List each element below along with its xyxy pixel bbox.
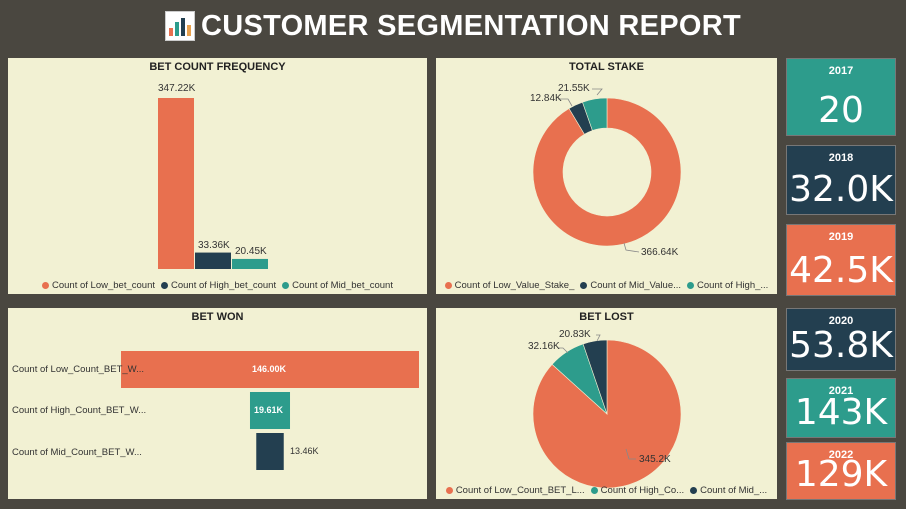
legend-swatch: [161, 282, 168, 289]
chart-legend: Count of Low_bet_count Count of High_bet…: [8, 280, 427, 291]
data-label-low: 347.22K: [158, 83, 196, 94]
kpi-card-2019[interactable]: 2019 42.5K: [786, 224, 896, 296]
report-header: CUSTOMER SEGMENTATION REPORT: [0, 0, 906, 52]
category-label: Count of Low_Count_BET_W...: [12, 364, 145, 375]
data-label-low: 146.00K: [252, 364, 287, 374]
bet-count-frequency-chart: [158, 98, 268, 269]
bet-lost-panel[interactable]: BET LOST 345.2K 32.16K 20.83K Count of L…: [436, 308, 777, 499]
card-value: 42.5K: [789, 250, 893, 291]
legend-item[interactable]: Count of High_...: [687, 280, 768, 291]
legend-label: Count of High_bet_count: [171, 280, 277, 291]
data-label-low: 366.64K: [641, 247, 679, 258]
page-title: CUSTOMER SEGMENTATION REPORT: [200, 9, 742, 42]
legend-item[interactable]: Count of High_Co...: [590, 485, 685, 496]
legend-item[interactable]: Count of Mid_Value...: [580, 280, 681, 291]
card-year: 2017: [828, 65, 854, 77]
card-year: 2018: [828, 152, 854, 164]
data-label-high: 32.16K: [528, 341, 560, 352]
legend-swatch: [42, 282, 49, 289]
legend-swatch: [282, 282, 290, 289]
legend-label: Count of Mid_...: [700, 485, 768, 496]
kpi-card-2020[interactable]: 2020 53.8K: [786, 308, 896, 371]
kpi-card-2017[interactable]: 2017 20: [786, 58, 896, 136]
card-value: 143K: [794, 392, 888, 433]
data-label-high: 19.61K: [254, 405, 284, 415]
data-label-high: 21.55K: [558, 83, 590, 94]
card-value: 53.8K: [789, 325, 893, 366]
data-label-mid: 20.83K: [559, 329, 591, 340]
card-year: 2019: [828, 231, 854, 243]
data-label-high: 33.36K: [198, 240, 230, 251]
bar-chart-icon: [164, 11, 195, 41]
legend-swatch: [580, 282, 588, 289]
total-stake-chart: [532, 88, 682, 253]
legend-item[interactable]: Count of High_bet_count: [161, 280, 276, 291]
bet-lost-chart: [532, 334, 682, 489]
legend-label: Count of Low_bet_count: [52, 280, 155, 291]
bar-2[interactable]: [232, 258, 268, 269]
card-value: 32.0K: [789, 169, 893, 210]
legend-item[interactable]: Count of Low_Count_BET_L...: [445, 485, 585, 496]
kpi-card-2021[interactable]: 2021 143K: [786, 378, 896, 438]
data-label-mid: 12.84K: [530, 93, 562, 104]
legend-item[interactable]: Count of Low_bet_count: [42, 280, 155, 291]
legend-item[interactable]: Count of Mid_...: [690, 485, 767, 496]
legend-label: Count of Low_Count_BET_L...: [455, 485, 585, 496]
legend-item[interactable]: Count of Low_Value_Stake_: [444, 280, 575, 291]
legend-label: Count of High_...: [697, 280, 769, 291]
bet-won-panel[interactable]: BET WON Count of Low_Count_BET_W... Coun…: [8, 308, 427, 499]
legend-label: Count of Mid_bet_count: [292, 280, 393, 291]
bar-2[interactable]: [256, 433, 284, 470]
bet-won-chart: [121, 351, 419, 470]
bar-0[interactable]: [158, 98, 194, 269]
kpi-card-2018[interactable]: 2018 32.0K: [786, 145, 896, 215]
bet-count-frequency-panel[interactable]: BET COUNT FREQUENCY 347.22K 33.36K 20.45…: [8, 58, 427, 294]
card-value: 129K: [794, 454, 888, 495]
legend-label: Count of Low_Value_Stake_: [454, 280, 575, 291]
card-value: 20: [818, 90, 864, 131]
legend-swatch: [444, 282, 452, 289]
category-label: Count of High_Count_BET_W...: [12, 405, 147, 416]
data-label-low: 345.2K: [639, 454, 671, 465]
chart-legend: Count of Low_Value_Stake_ Count of Mid_V…: [436, 280, 777, 291]
legend-label: Count of High_Co...: [600, 485, 685, 496]
kpi-card-2022[interactable]: 2022 129K: [786, 442, 896, 500]
legend-swatch: [690, 487, 698, 494]
bar-1[interactable]: [195, 252, 231, 269]
chart-legend: Count of Low_Count_BET_L... Count of Hig…: [436, 485, 777, 496]
legend-label: Count of Mid_Value...: [590, 280, 682, 291]
legend-swatch: [687, 282, 695, 289]
category-label: Count of Mid_Count_BET_W...: [12, 447, 142, 458]
data-label-mid: 13.46K: [290, 446, 319, 456]
legend-swatch: [445, 487, 453, 494]
legend-swatch: [590, 487, 598, 494]
data-label-mid: 20.45K: [235, 246, 267, 257]
legend-item[interactable]: Count of Mid_bet_count: [282, 280, 393, 291]
total-stake-panel[interactable]: TOTAL STAKE 366.64K 12.84K 21.55K Count …: [436, 58, 777, 294]
